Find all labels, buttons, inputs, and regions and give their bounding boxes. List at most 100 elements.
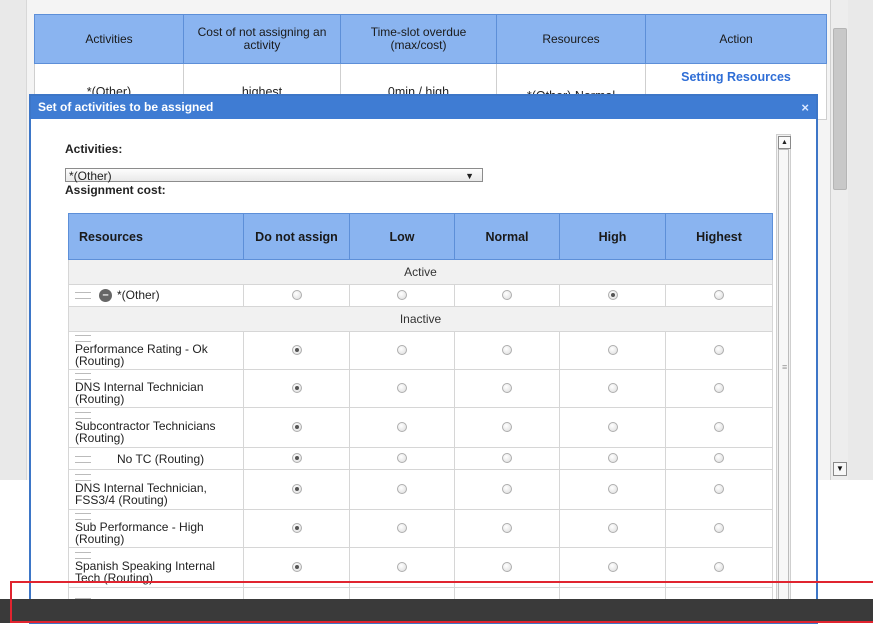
drag-handle-icon[interactable] — [75, 335, 91, 342]
cost-option-cell — [666, 470, 773, 510]
cost-radio[interactable] — [397, 453, 407, 463]
dialog-scrollbar[interactable]: ▲ ≡ — [776, 134, 791, 624]
cost-option-cell — [666, 332, 773, 370]
cost-option-cell — [666, 285, 773, 307]
cost-radio[interactable] — [292, 523, 302, 533]
cost-radio[interactable] — [292, 562, 302, 572]
cost-radio[interactable] — [502, 453, 512, 463]
resource-name-cell: No TC (Routing) — [69, 448, 244, 470]
table-row: Spanish Speaking Internal Tech (Routing) — [69, 548, 773, 588]
col-header-overdue: Time-slot overdue (max/cost) — [341, 15, 497, 64]
resource-name: DNS Internal Technician, FSS3/4 (Routing… — [75, 481, 207, 507]
drag-handle-icon[interactable] — [75, 552, 91, 559]
resource-name-cell: DNS Internal Technician (Routing) — [69, 370, 244, 408]
cost-radio[interactable] — [714, 484, 724, 494]
drag-handle-icon[interactable] — [75, 292, 91, 299]
cost-option-cell — [455, 510, 560, 548]
cost-radio[interactable] — [502, 562, 512, 572]
cost-radio[interactable] — [502, 345, 512, 355]
cost-option-cell — [350, 470, 455, 510]
cost-radio[interactable] — [714, 562, 724, 572]
cost-radio[interactable] — [292, 383, 302, 393]
cost-radio[interactable] — [397, 383, 407, 393]
cost-radio[interactable] — [608, 523, 618, 533]
col-header-resources: Resources — [69, 214, 244, 260]
cost-radio[interactable] — [502, 290, 512, 300]
setting-resources-link[interactable]: Setting Resources — [681, 70, 791, 84]
resource-name: *(Other) — [117, 288, 160, 302]
cost-radio[interactable] — [397, 345, 407, 355]
cost-option-cell — [560, 548, 666, 588]
cost-option-cell — [560, 285, 666, 307]
cost-option-cell — [560, 332, 666, 370]
table-row: No TC (Routing) — [69, 448, 773, 470]
cost-radio[interactable] — [714, 422, 724, 432]
cost-radio[interactable] — [502, 383, 512, 393]
table-row: DNS Internal Technician (Routing) — [69, 370, 773, 408]
drag-handle-icon[interactable] — [75, 474, 91, 481]
dialog-scrollbar-thumb[interactable]: ≡ — [778, 149, 789, 601]
cost-radio[interactable] — [608, 345, 618, 355]
cost-option-cell — [560, 370, 666, 408]
cost-radio[interactable] — [292, 422, 302, 432]
group-label: Inactive — [69, 307, 773, 332]
cost-radio[interactable] — [608, 562, 618, 572]
cost-radio[interactable] — [292, 345, 302, 355]
cost-option-cell — [455, 548, 560, 588]
table-row: Sub Performance - High (Routing) — [69, 510, 773, 548]
col-header-cost: Cost of not assigning an activity — [184, 15, 341, 64]
cost-radio[interactable] — [608, 484, 618, 494]
resource-name: Performance Rating - Ok (Routing) — [75, 342, 208, 368]
drag-handle-icon[interactable] — [75, 373, 91, 380]
cost-option-cell — [666, 370, 773, 408]
cost-radio[interactable] — [714, 453, 724, 463]
scroll-up-arrow-icon[interactable]: ▲ — [778, 136, 791, 149]
cost-radio[interactable] — [608, 383, 618, 393]
resource-name-cell: –*(Other) — [69, 285, 244, 307]
cost-option-cell — [244, 408, 350, 448]
cost-radio[interactable] — [714, 523, 724, 533]
cost-radio[interactable] — [292, 453, 302, 463]
activities-select[interactable]: *(Other) ▼ — [65, 168, 483, 182]
drag-handle-icon[interactable] — [75, 456, 91, 463]
cost-option-cell — [455, 332, 560, 370]
table-row: Subcontractor Technicians (Routing) — [69, 408, 773, 448]
drag-handle-icon[interactable] — [75, 412, 91, 419]
page-scrollbar[interactable]: ▼ — [830, 0, 848, 480]
close-icon[interactable]: × — [801, 96, 809, 119]
cost-radio[interactable] — [502, 523, 512, 533]
cost-option-cell — [560, 448, 666, 470]
drag-handle-icon[interactable] — [75, 513, 91, 520]
cost-radio[interactable] — [608, 422, 618, 432]
page-scrollbar-thumb[interactable] — [833, 28, 847, 190]
cost-radio[interactable] — [397, 484, 407, 494]
remove-icon[interactable]: – — [99, 289, 112, 302]
cost-radio[interactable] — [714, 383, 724, 393]
cost-option-cell — [455, 448, 560, 470]
cost-option-cell — [350, 285, 455, 307]
cost-radio[interactable] — [292, 484, 302, 494]
cost-radio[interactable] — [714, 290, 724, 300]
cost-radio[interactable] — [397, 290, 407, 300]
cost-radio[interactable] — [397, 422, 407, 432]
cost-radio[interactable] — [608, 453, 618, 463]
cost-option-cell — [666, 548, 773, 588]
cost-option-cell — [244, 332, 350, 370]
cost-radio[interactable] — [608, 290, 618, 300]
cost-option-cell — [350, 370, 455, 408]
cost-radio[interactable] — [502, 484, 512, 494]
resource-name: No TC (Routing) — [117, 452, 204, 466]
cost-radio[interactable] — [502, 422, 512, 432]
scroll-down-arrow-icon[interactable]: ▼ — [833, 462, 847, 476]
group-header-row: Active — [69, 260, 773, 285]
col-header-low: Low — [350, 214, 455, 260]
cost-radio[interactable] — [714, 345, 724, 355]
cost-option-cell — [244, 548, 350, 588]
cost-radio[interactable] — [397, 562, 407, 572]
cost-radio[interactable] — [292, 290, 302, 300]
col-header-normal: Normal — [455, 214, 560, 260]
col-header-highest: Highest — [666, 214, 773, 260]
cost-radio[interactable] — [397, 523, 407, 533]
col-header-high: High — [560, 214, 666, 260]
table-row: Performance Rating - Ok (Routing) — [69, 332, 773, 370]
